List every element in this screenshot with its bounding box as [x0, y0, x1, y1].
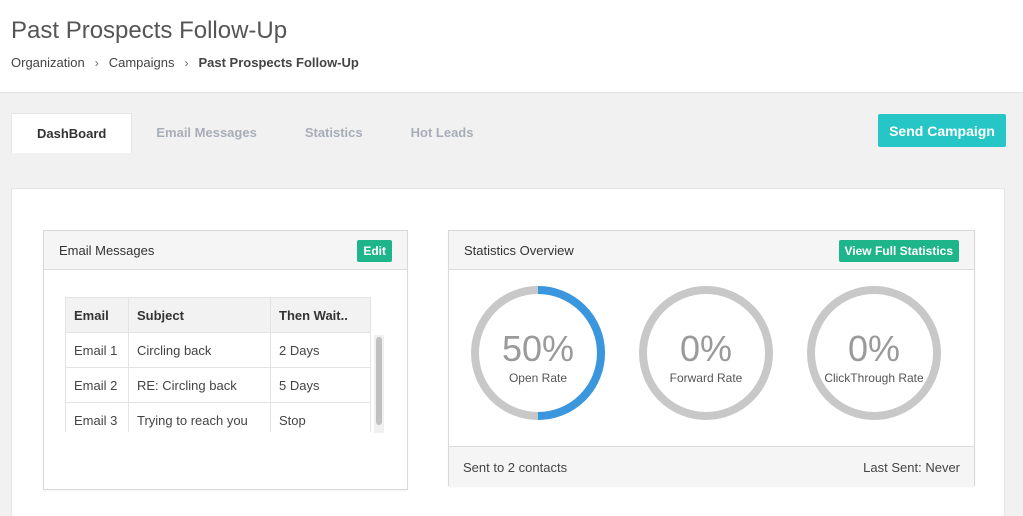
stats-footer: Sent to 2 contacts Last Sent: Never	[449, 447, 974, 487]
cell-subject: Circling back	[128, 332, 271, 368]
breadcrumb: Organization › Campaigns › Past Prospect…	[11, 55, 359, 70]
gauges-row: 50% Open Rate 0% Forward Rate 0% ClickTh…	[449, 271, 974, 447]
column-header-subject: Subject	[128, 297, 271, 333]
tab-dashboard[interactable]: DashBoard	[11, 113, 133, 153]
sent-to-text: Sent to 2 contacts	[463, 460, 568, 475]
cell-subject: Trying to reach you	[128, 402, 271, 432]
panel-title: Statistics Overview	[464, 243, 574, 258]
table-row[interactable]: Email 3 Trying to reach you Stop	[65, 402, 371, 432]
tab-hot-leads[interactable]: Hot Leads	[387, 113, 498, 153]
view-full-statistics-button[interactable]: View Full Statistics	[838, 240, 959, 262]
forward-rate-gauge: 0% Forward Rate	[638, 285, 774, 421]
open-rate-gauge: 50% Open Rate	[470, 285, 606, 421]
cell-wait: 2 Days	[270, 332, 371, 368]
cell-email: Email 3	[65, 402, 129, 432]
cell-email: Email 2	[65, 367, 129, 403]
cell-wait: 5 Days	[270, 367, 371, 403]
email-table: Email Subject Then Wait.. Email 1 Circli…	[65, 297, 371, 432]
email-messages-panel: Email Messages Edit Email Subject Then W…	[43, 230, 408, 490]
breadcrumb-campaigns[interactable]: Campaigns	[109, 55, 175, 70]
table-header-row: Email Subject Then Wait..	[65, 297, 371, 333]
chevron-right-icon: ›	[94, 55, 99, 70]
table-row[interactable]: Email 2 RE: Circling back 5 Days	[65, 367, 371, 403]
cell-subject: RE: Circling back	[128, 367, 271, 403]
gauge-value: 50%	[501, 328, 575, 369]
email-table-container: Email Subject Then Wait.. Email 1 Circli…	[65, 297, 385, 432]
clickthrough-rate-gauge: 0% ClickThrough Rate	[806, 285, 942, 421]
breadcrumb-current: Past Prospects Follow-Up	[198, 55, 359, 70]
scrollbar-thumb[interactable]	[376, 337, 382, 425]
table-row[interactable]: Email 1 Circling back 2 Days	[65, 332, 371, 368]
gauge-value: 0%	[847, 328, 901, 369]
edit-button[interactable]: Edit	[357, 240, 392, 262]
page-title: Past Prospects Follow-Up	[11, 17, 288, 44]
send-campaign-button[interactable]: Send Campaign	[878, 114, 1006, 147]
tab-email-messages[interactable]: Email Messages	[132, 113, 280, 153]
statistics-overview-panel: Statistics Overview View Full Statistics…	[448, 230, 975, 487]
tab-statistics[interactable]: Statistics	[281, 113, 387, 153]
table-scrollbar[interactable]	[374, 335, 384, 433]
chevron-right-icon: ›	[184, 55, 189, 70]
panel-header: Statistics Overview View Full Statistics	[449, 231, 974, 270]
column-header-email: Email	[65, 297, 129, 333]
tab-bar: DashBoard Email Messages Statistics Hot …	[11, 113, 497, 153]
breadcrumb-organization[interactable]: Organization	[11, 55, 85, 70]
cell-wait: Stop	[270, 402, 371, 432]
page-header: Past Prospects Follow-Up Organization › …	[0, 0, 1023, 93]
cell-email: Email 1	[65, 332, 129, 368]
gauge-label: ClickThrough Rate	[824, 371, 924, 385]
panel-header: Email Messages Edit	[44, 231, 407, 270]
last-sent-text: Last Sent: Never	[863, 460, 960, 475]
gauge-label: Open Rate	[508, 371, 568, 385]
panel-title: Email Messages	[59, 243, 155, 258]
dashboard-content: Email Messages Edit Email Subject Then W…	[11, 188, 1005, 516]
column-header-wait: Then Wait..	[270, 297, 371, 333]
gauge-value: 0%	[679, 328, 733, 369]
gauge-label: Forward Rate	[669, 371, 743, 385]
